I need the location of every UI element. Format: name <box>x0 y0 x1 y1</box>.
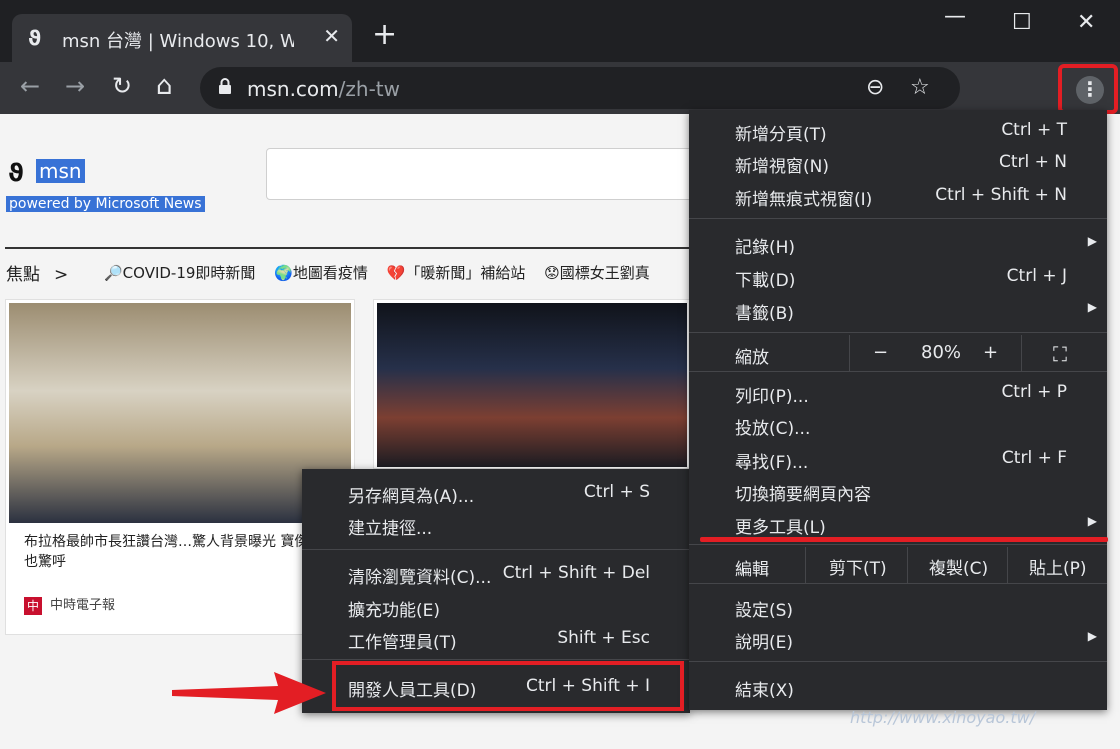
menu-item-incognito[interactable]: 新增無痕式視窗(I) Ctrl + Shift + N <box>689 180 1107 212</box>
watermark: http://www.xinoyao.tw/ <box>850 708 1036 727</box>
chevron-right-icon: > <box>54 265 69 285</box>
menu-item-task-manager[interactable]: 工作管理員(T) Shift + Esc <box>302 623 690 655</box>
tab-close-icon[interactable]: ✕ <box>323 24 340 48</box>
fullscreen-icon[interactable]: ⛶ <box>1053 342 1067 366</box>
zoom-label: 縮放 <box>735 348 769 368</box>
edit-divider <box>805 547 806 583</box>
close-window-button[interactable]: ✕ <box>1077 10 1095 35</box>
submenu-arrow-icon: ▶ <box>1087 234 1097 248</box>
msn-logo[interactable]: ϑ msn powered by Microsoft News <box>6 159 205 212</box>
menu-item-new-tab[interactable]: 新增分頁(T) Ctrl + T <box>689 115 1107 147</box>
menu-separator <box>302 659 690 660</box>
menu-item-downloads[interactable]: 下載(D) Ctrl + J <box>689 261 1107 293</box>
logo-name: msn <box>36 159 85 183</box>
forward-button[interactable]: → <box>65 74 85 98</box>
tab-msn[interactable]: ϑ msn 台灣 | Windows 10, Windo ✕ <box>12 14 352 62</box>
edit-label: 編輯 <box>735 560 769 580</box>
menu-item-help[interactable]: 說明(E) ▶ <box>689 623 1107 655</box>
topic-link[interactable]: 💔「暖新聞」補給站 <box>387 264 526 282</box>
home-button[interactable]: ⌂ <box>156 73 173 99</box>
edit-row: 編輯 剪下(T) 複製(C) 貼上(P) <box>689 547 1107 583</box>
submenu-arrow-icon: ▶ <box>1087 629 1097 643</box>
news-image <box>377 303 687 467</box>
zoom-divider <box>1021 335 1022 371</box>
focus-nav[interactable]: 焦點 > <box>6 260 68 285</box>
menu-separator <box>689 332 1107 333</box>
edit-divider <box>1007 547 1008 583</box>
source-logo-icon: 中 <box>24 596 42 615</box>
chrome-menu-button-highlight: ⋮ <box>1058 64 1118 114</box>
topic-link[interactable]: 😟國標女王劉真 <box>544 264 650 282</box>
title-bar: ϑ msn 台灣 | Windows 10, Windo ✕ + — ☐ ✕ <box>0 0 1120 62</box>
url-text: msn.com/zh-tw <box>247 77 400 101</box>
submenu-arrow-icon: ▶ <box>1087 300 1097 314</box>
menu-separator <box>689 371 1107 372</box>
address-bar[interactable]: msn.com/zh-tw ⊖ ☆ <box>200 67 960 109</box>
logo-tagline: powered by Microsoft News <box>6 196 205 212</box>
focus-label: 焦點 <box>6 265 40 285</box>
search-input[interactable] <box>266 148 706 200</box>
topic-links: 🔎COVID-19即時新聞 🌍地圖看疫情 💔「暖新聞」補給站 😟國標女王劉真 <box>104 262 664 283</box>
tab-title: msn 台灣 | Windows 10, Windo <box>62 31 294 52</box>
menu-item-create-shortcut[interactable]: 建立捷徑... <box>302 509 690 541</box>
news-title[interactable]: 布拉格最帥市長狂讚台灣…驚人背景曝光 寶傑也驚呼 <box>24 532 314 572</box>
menu-item-exit[interactable]: 結束(X) <box>689 671 1107 703</box>
submenu-arrow-icon: ▶ <box>1087 514 1097 528</box>
zoom-value: 80% <box>921 342 962 363</box>
news-source: 中中時電子報 <box>24 594 115 615</box>
menu-item-find[interactable]: 尋找(F)... Ctrl + F <box>689 443 1107 475</box>
cut-button[interactable]: 剪下(T) <box>829 554 887 579</box>
bookmark-star-icon[interactable]: ☆ <box>910 75 930 100</box>
toolbar: ← → ↻ ⌂ msn.com/zh-tw ⊖ ☆ ⋮ <box>0 62 1120 114</box>
msn-favicon-icon: ϑ <box>28 26 42 50</box>
menu-item-clear-data[interactable]: 清除瀏覽資料(C)... Ctrl + Shift + Del <box>302 558 690 590</box>
back-button[interactable]: ← <box>20 74 40 98</box>
chrome-main-menu: 新增分頁(T) Ctrl + T 新增視窗(N) Ctrl + N 新增無痕式視窗(… <box>689 110 1107 710</box>
menu-separator <box>689 544 1107 545</box>
menu-separator <box>689 661 1107 662</box>
zoom-indicator-icon[interactable]: ⊖ <box>866 75 884 100</box>
divider <box>5 247 695 249</box>
menu-item-extensions[interactable]: 擴充功能(E) <box>302 591 690 623</box>
copy-button[interactable]: 複製(C) <box>929 554 988 579</box>
edit-divider <box>907 547 908 583</box>
more-tools-underline <box>700 537 1108 542</box>
menu-item-settings[interactable]: 設定(S) <box>689 591 1107 623</box>
browser-window: ϑ msn 台灣 | Windows 10, Windo ✕ + — ☐ ✕ ←… <box>0 0 1120 749</box>
topic-link[interactable]: 🌍地圖看疫情 <box>274 264 368 282</box>
menu-item-reader-mode[interactable]: 切換摘要網頁內容 <box>689 475 1107 507</box>
menu-item-save-page[interactable]: 另存網頁為(A)... Ctrl + S <box>302 477 690 509</box>
new-tab-button[interactable]: + <box>372 20 397 50</box>
zoom-row: 縮放 − 80% + ⛶ <box>689 335 1107 371</box>
minimize-button[interactable]: — <box>944 4 966 29</box>
news-image <box>9 303 351 523</box>
menu-item-bookmarks[interactable]: 書籤(B) ▶ <box>689 294 1107 326</box>
red-arrow-icon <box>172 672 326 714</box>
news-card[interactable] <box>373 299 691 469</box>
menu-separator <box>689 218 1107 219</box>
kebab-menu-icon[interactable]: ⋮ <box>1076 76 1104 104</box>
menu-item-print[interactable]: 列印(P)... Ctrl + P <box>689 377 1107 409</box>
zoom-in-button[interactable]: + <box>983 342 998 363</box>
zoom-divider <box>849 335 850 371</box>
maximize-button[interactable]: ☐ <box>1012 10 1032 35</box>
paste-button[interactable]: 貼上(P) <box>1029 554 1087 579</box>
menu-item-more-tools[interactable]: 更多工具(L) ▶ <box>689 508 1107 540</box>
zoom-out-button[interactable]: − <box>873 342 888 363</box>
menu-separator <box>302 549 690 550</box>
menu-item-new-window[interactable]: 新增視窗(N) Ctrl + N <box>689 147 1107 179</box>
msn-butterfly-icon: ϑ <box>8 159 24 187</box>
menu-separator <box>689 583 1107 584</box>
lock-icon <box>219 78 231 94</box>
menu-item-cast[interactable]: 投放(C)... <box>689 409 1107 441</box>
dev-tools-highlight-box <box>332 661 684 711</box>
menu-item-history[interactable]: 記錄(H) ▶ <box>689 228 1107 260</box>
topic-link[interactable]: 🔎COVID-19即時新聞 <box>104 264 255 282</box>
reload-button[interactable]: ↻ <box>112 74 132 98</box>
